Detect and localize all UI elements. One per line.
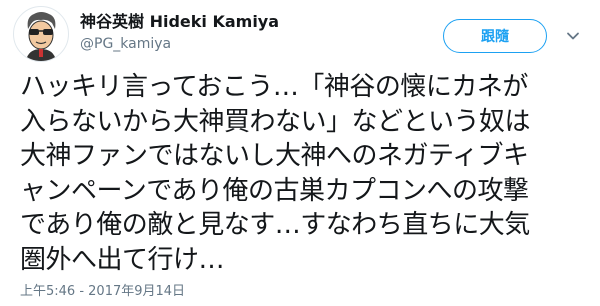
author-screen-name[interactable]: @PG_kamiya bbox=[80, 35, 279, 53]
chevron-down-icon bbox=[567, 32, 579, 40]
follow-button[interactable]: 跟隨 bbox=[443, 19, 547, 53]
tweet-text: ハッキリ言っておこう…「神谷の懐にカネが 入らないから大神買わない」などという奴… bbox=[20, 72, 531, 275]
tweet-timestamp[interactable]: 上午5:46 - 2017年9月14日 bbox=[20, 280, 185, 299]
author-display-name[interactable]: 神谷英樹 Hideki Kamiya bbox=[80, 12, 279, 32]
more-options-button[interactable] bbox=[564, 27, 582, 45]
avatar[interactable] bbox=[13, 6, 69, 62]
tweet-card: 神谷英樹 Hideki Kamiya @PG_kamiya 跟隨 ハッキリ言って… bbox=[0, 0, 600, 306]
author-info: 神谷英樹 Hideki Kamiya @PG_kamiya bbox=[80, 12, 279, 53]
cartoon-avatar-icon bbox=[26, 12, 56, 61]
